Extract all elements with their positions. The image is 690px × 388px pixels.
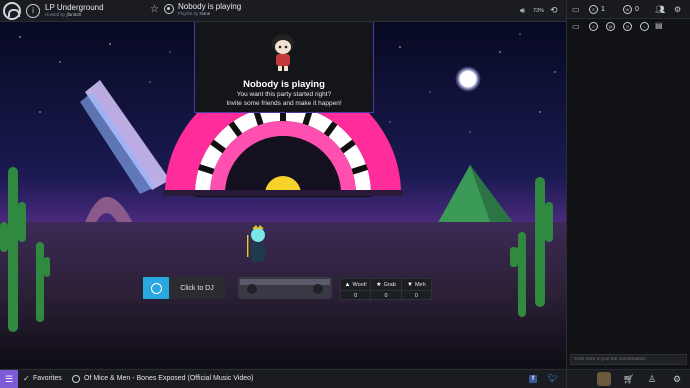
room-host: Hosted by jfan920 bbox=[45, 11, 82, 17]
now-playing-icon bbox=[164, 4, 174, 14]
staff-count: 1 bbox=[601, 6, 605, 13]
top-bar: i LP Underground Hosted by jfan920 ☆ Nob… bbox=[0, 0, 566, 22]
meh-button[interactable]: ▼ Meh bbox=[400, 279, 431, 290]
room-name[interactable]: LP Underground Hosted by jfan920 bbox=[45, 2, 104, 18]
woot-count: 0 bbox=[354, 293, 358, 299]
thumbs-up-icon: ▲ bbox=[344, 281, 351, 288]
click-to-dj-button[interactable]: Click to DJ bbox=[143, 277, 225, 299]
avatar bbox=[272, 34, 294, 71]
sound-icon[interactable]: ♪ bbox=[640, 22, 649, 31]
dj-panel: Nobody is playing You want this party st… bbox=[194, 22, 374, 113]
waitlist-count: 0 bbox=[635, 6, 639, 13]
right-panel-tabs: ▭ S 1 W 0 👥︎ ⚙ bbox=[567, 0, 690, 19]
history-icon[interactable]: ⟲ bbox=[550, 5, 558, 16]
clear-chat-icon[interactable]: ▤ bbox=[655, 21, 663, 30]
stage-heading: Nobody is playing bbox=[243, 79, 325, 90]
now-playing-title: Nobody is playing bbox=[178, 2, 242, 11]
click-to-dj-label: Click to DJ bbox=[180, 284, 214, 292]
volume-percent: 73% bbox=[533, 8, 545, 14]
staff-icon[interactable]: S bbox=[589, 5, 598, 14]
next-track[interactable]: Of Mice & Men - Bones Exposed (Official … bbox=[84, 375, 253, 382]
star-icon: ★ bbox=[376, 282, 382, 288]
divider bbox=[566, 370, 567, 388]
bottom-bar: ☰ ✓ Favorites Of Mice & Men - Bones Expo… bbox=[0, 369, 690, 388]
dj-icon bbox=[143, 277, 169, 299]
vote-panel: ▲ Woot! ★ Grab ▼ Meh 0 0 0 bbox=[340, 278, 432, 301]
profile-icon[interactable]: ♙ bbox=[648, 374, 656, 385]
plug-logo-icon[interactable] bbox=[3, 1, 21, 20]
grab-count: 0 bbox=[370, 291, 400, 301]
thumbs-down-icon: ▼ bbox=[406, 281, 413, 288]
menu-icon[interactable]: ☰ bbox=[0, 370, 18, 388]
mention-icon[interactable]: @ bbox=[606, 22, 615, 31]
chat-toggle-icon[interactable]: ▭ bbox=[572, 22, 580, 31]
twitter-icon[interactable]: 🐦︎ bbox=[548, 374, 558, 383]
users-icon[interactable]: 👥︎ bbox=[655, 5, 665, 14]
timestamp-icon[interactable]: ◷ bbox=[623, 22, 632, 31]
check-icon: ✓ bbox=[23, 374, 30, 383]
chat-input[interactable] bbox=[570, 354, 687, 365]
grab-button[interactable]: ★ Grab bbox=[370, 279, 400, 290]
meh-count: 0 bbox=[400, 291, 431, 301]
emoji-icon[interactable]: ☺ bbox=[589, 22, 598, 31]
waitlist-icon[interactable]: W bbox=[623, 5, 632, 14]
stage-message-line-2: Invite some friends and make it happen! bbox=[226, 99, 342, 107]
stage: Nobody is playing You want this party st… bbox=[0, 22, 566, 368]
volume-icon[interactable]: 🔊︎ bbox=[520, 6, 525, 16]
now-playing-playlist: Playlist by None bbox=[178, 11, 211, 16]
stage-message: You want this party started right? Invit… bbox=[195, 91, 373, 108]
chat-toolbar: ▭ ☺ @ ◷ ♪ ▤ bbox=[567, 19, 690, 33]
avatar[interactable] bbox=[597, 372, 611, 386]
now-playing[interactable]: Nobody is playing Playlist by None bbox=[178, 3, 241, 17]
settings-icon[interactable]: ⚙ bbox=[674, 5, 681, 14]
shop-icon[interactable]: 🛒︎ bbox=[623, 374, 634, 385]
star-icon[interactable]: ☆ bbox=[150, 4, 159, 15]
gear-icon[interactable]: ⚙ bbox=[673, 374, 681, 385]
woot-button[interactable]: ▲ Woot! bbox=[341, 279, 370, 290]
right-panel: ▭ S 1 W 0 👥︎ ⚙ ▭ ☺ @ ◷ ♪ ▤ bbox=[566, 0, 690, 369]
stage-message-line-1: You want this party started right? bbox=[236, 91, 332, 98]
favorites-playlist[interactable]: Favorites bbox=[33, 375, 62, 382]
facebook-icon[interactable]: f bbox=[529, 375, 537, 383]
room-title: LP Underground bbox=[45, 2, 104, 12]
chat-icon[interactable]: ▭ bbox=[572, 5, 580, 14]
room-info-icon[interactable]: i bbox=[26, 3, 40, 18]
playlist-icon bbox=[72, 375, 80, 383]
